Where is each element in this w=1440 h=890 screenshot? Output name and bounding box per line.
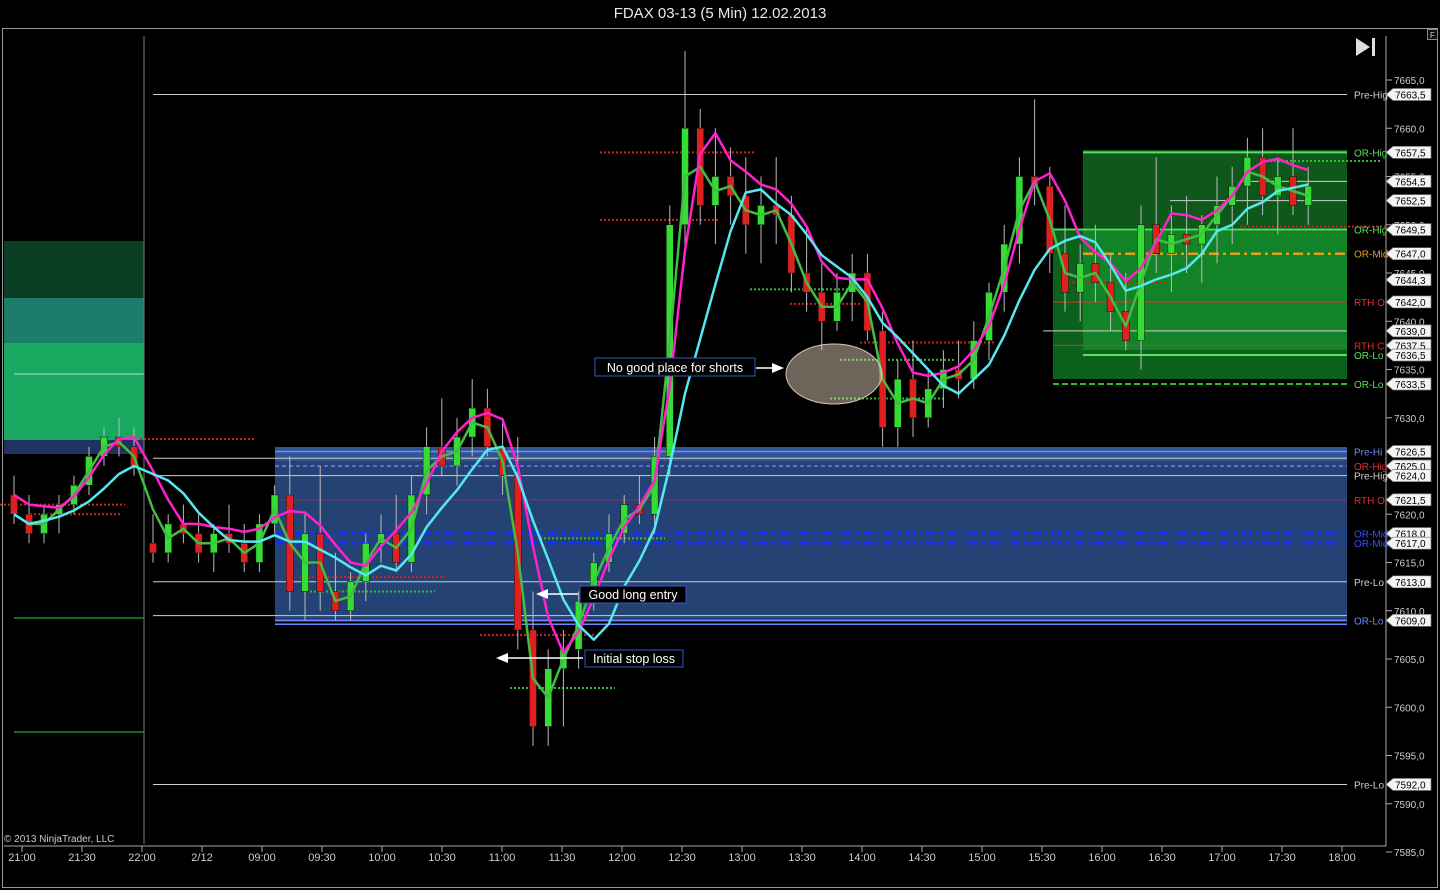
price-tag-label: 7642,0 bbox=[1395, 298, 1426, 309]
price-tag-label: 7639,0 bbox=[1395, 327, 1426, 338]
svg-text:Initial stop loss: Initial stop loss bbox=[593, 652, 675, 666]
y-tick-label: 7660,0 bbox=[1394, 124, 1425, 135]
svg-text:No good place for shorts: No good place for shorts bbox=[607, 361, 743, 375]
svg-text:Good long entry: Good long entry bbox=[589, 588, 679, 602]
x-tick-label: 15:00 bbox=[968, 852, 996, 864]
price-chart[interactable]: No good place for shorts Good long entry… bbox=[0, 0, 1440, 890]
price-tag-label: 7644,3 bbox=[1395, 276, 1426, 287]
level-label: RTH O bbox=[1354, 298, 1385, 309]
x-tick-label: 11:00 bbox=[489, 852, 516, 864]
y-tick-label: 7615,0 bbox=[1394, 559, 1425, 570]
y-tick-label: 7600,0 bbox=[1394, 703, 1425, 714]
price-tag-label: 7649,5 bbox=[1395, 226, 1426, 237]
x-tick-label: 21:00 bbox=[8, 852, 36, 864]
price-markers: Pre-Hig 7663,5 OR-Hig 7657,5 7654,5 7652,5 OR-… bbox=[1354, 88, 1432, 791]
y-tick-label: 7620,0 bbox=[1394, 510, 1425, 521]
y-tick-label: 7595,0 bbox=[1394, 752, 1425, 763]
level-label: Pre-Lo bbox=[1354, 578, 1384, 589]
candle-body bbox=[149, 542, 157, 554]
arrow-left-icon bbox=[496, 653, 508, 663]
price-tag-label: 7613,0 bbox=[1395, 578, 1426, 589]
price-tag-label: 7617,0 bbox=[1395, 539, 1426, 550]
x-tick-label: 13:30 bbox=[788, 852, 816, 864]
y-tick-label: 7590,0 bbox=[1394, 800, 1425, 811]
y-tick-label: 7630,0 bbox=[1394, 414, 1425, 425]
price-tag-label: 7647,0 bbox=[1395, 250, 1426, 261]
level-label: RTH O bbox=[1354, 496, 1385, 507]
price-tag-label: 7626,5 bbox=[1395, 448, 1426, 459]
level-label: OR-Lo bbox=[1354, 380, 1384, 391]
x-tick-label: 13:00 bbox=[728, 852, 756, 864]
x-tick-label: 10:00 bbox=[368, 852, 396, 864]
x-tick-label: 22:00 bbox=[128, 852, 156, 864]
level-label: OR-Hig bbox=[1354, 226, 1387, 237]
x-tick-label: 10:30 bbox=[428, 852, 456, 864]
price-tag-label: 7633,5 bbox=[1395, 380, 1426, 391]
level-label: OR-Lo bbox=[1354, 616, 1384, 627]
level-label: OR-Mid bbox=[1354, 250, 1388, 261]
x-tick-label: 15:30 bbox=[1028, 852, 1056, 864]
y-tick-label: 7585,0 bbox=[1394, 848, 1425, 859]
level-label: Pre-Lo bbox=[1354, 780, 1384, 791]
price-tag-label: 7654,5 bbox=[1395, 177, 1426, 188]
level-label: Pre-Hig bbox=[1354, 472, 1388, 483]
price-tag-label: 7636,5 bbox=[1395, 351, 1426, 362]
price-tag-label: 7652,5 bbox=[1395, 197, 1426, 208]
price-tag-label: 7621,5 bbox=[1395, 496, 1426, 507]
level-label: Pre-Hig bbox=[1354, 90, 1388, 101]
y-tick-label: 7605,0 bbox=[1394, 655, 1425, 666]
x-tick-label: 21:30 bbox=[68, 852, 96, 864]
x-tick-label: 16:00 bbox=[1088, 852, 1116, 864]
x-tick-label: 11:30 bbox=[549, 852, 576, 864]
price-tag-label: 7657,5 bbox=[1395, 148, 1426, 159]
x-axis: 21:00 21:30 22:00 2/12 09:00 09:30 10:00 10:30 1… bbox=[8, 846, 1356, 864]
arrow-right-icon bbox=[772, 363, 784, 373]
price-tag-label: 7609,0 bbox=[1395, 616, 1426, 627]
y-tick-label: 7665,0 bbox=[1394, 76, 1425, 87]
y-tick-label: 7635,0 bbox=[1394, 366, 1425, 377]
price-tag-label: 7592,0 bbox=[1395, 780, 1426, 791]
x-tick-label: 18:00 bbox=[1328, 852, 1356, 864]
price-tag-label: 7663,5 bbox=[1395, 90, 1426, 101]
level-label: OR-Mid bbox=[1354, 539, 1388, 550]
level-label: OR-Lo bbox=[1354, 351, 1384, 362]
level-label: Pre-Hi bbox=[1354, 448, 1382, 459]
level-label: OR-Hig bbox=[1354, 148, 1387, 159]
x-tick-label: 12:00 bbox=[608, 852, 636, 864]
x-tick-label: 14:00 bbox=[848, 852, 876, 864]
highlight-ellipse bbox=[785, 343, 883, 405]
copyright-text: © 2013 NinjaTrader, LLC bbox=[4, 834, 114, 845]
x-tick-label: 09:30 bbox=[308, 852, 336, 864]
x-tick-label: 14:30 bbox=[908, 852, 936, 864]
annotation-stop-loss: Initial stop loss bbox=[496, 649, 684, 668]
x-tick-label: 12:30 bbox=[668, 852, 696, 864]
annotation-no-shorts: No good place for shorts bbox=[594, 357, 784, 377]
x-tick-label: 09:00 bbox=[248, 852, 276, 864]
skip-to-end-icon[interactable] bbox=[1356, 38, 1375, 56]
x-tick-label: 17:30 bbox=[1268, 852, 1296, 864]
price-tag-label: 7624,0 bbox=[1395, 472, 1426, 483]
x-tick-label: 16:30 bbox=[1148, 852, 1176, 864]
x-tick-label: 2/12 bbox=[191, 852, 212, 864]
x-tick-label: 17:00 bbox=[1208, 852, 1236, 864]
